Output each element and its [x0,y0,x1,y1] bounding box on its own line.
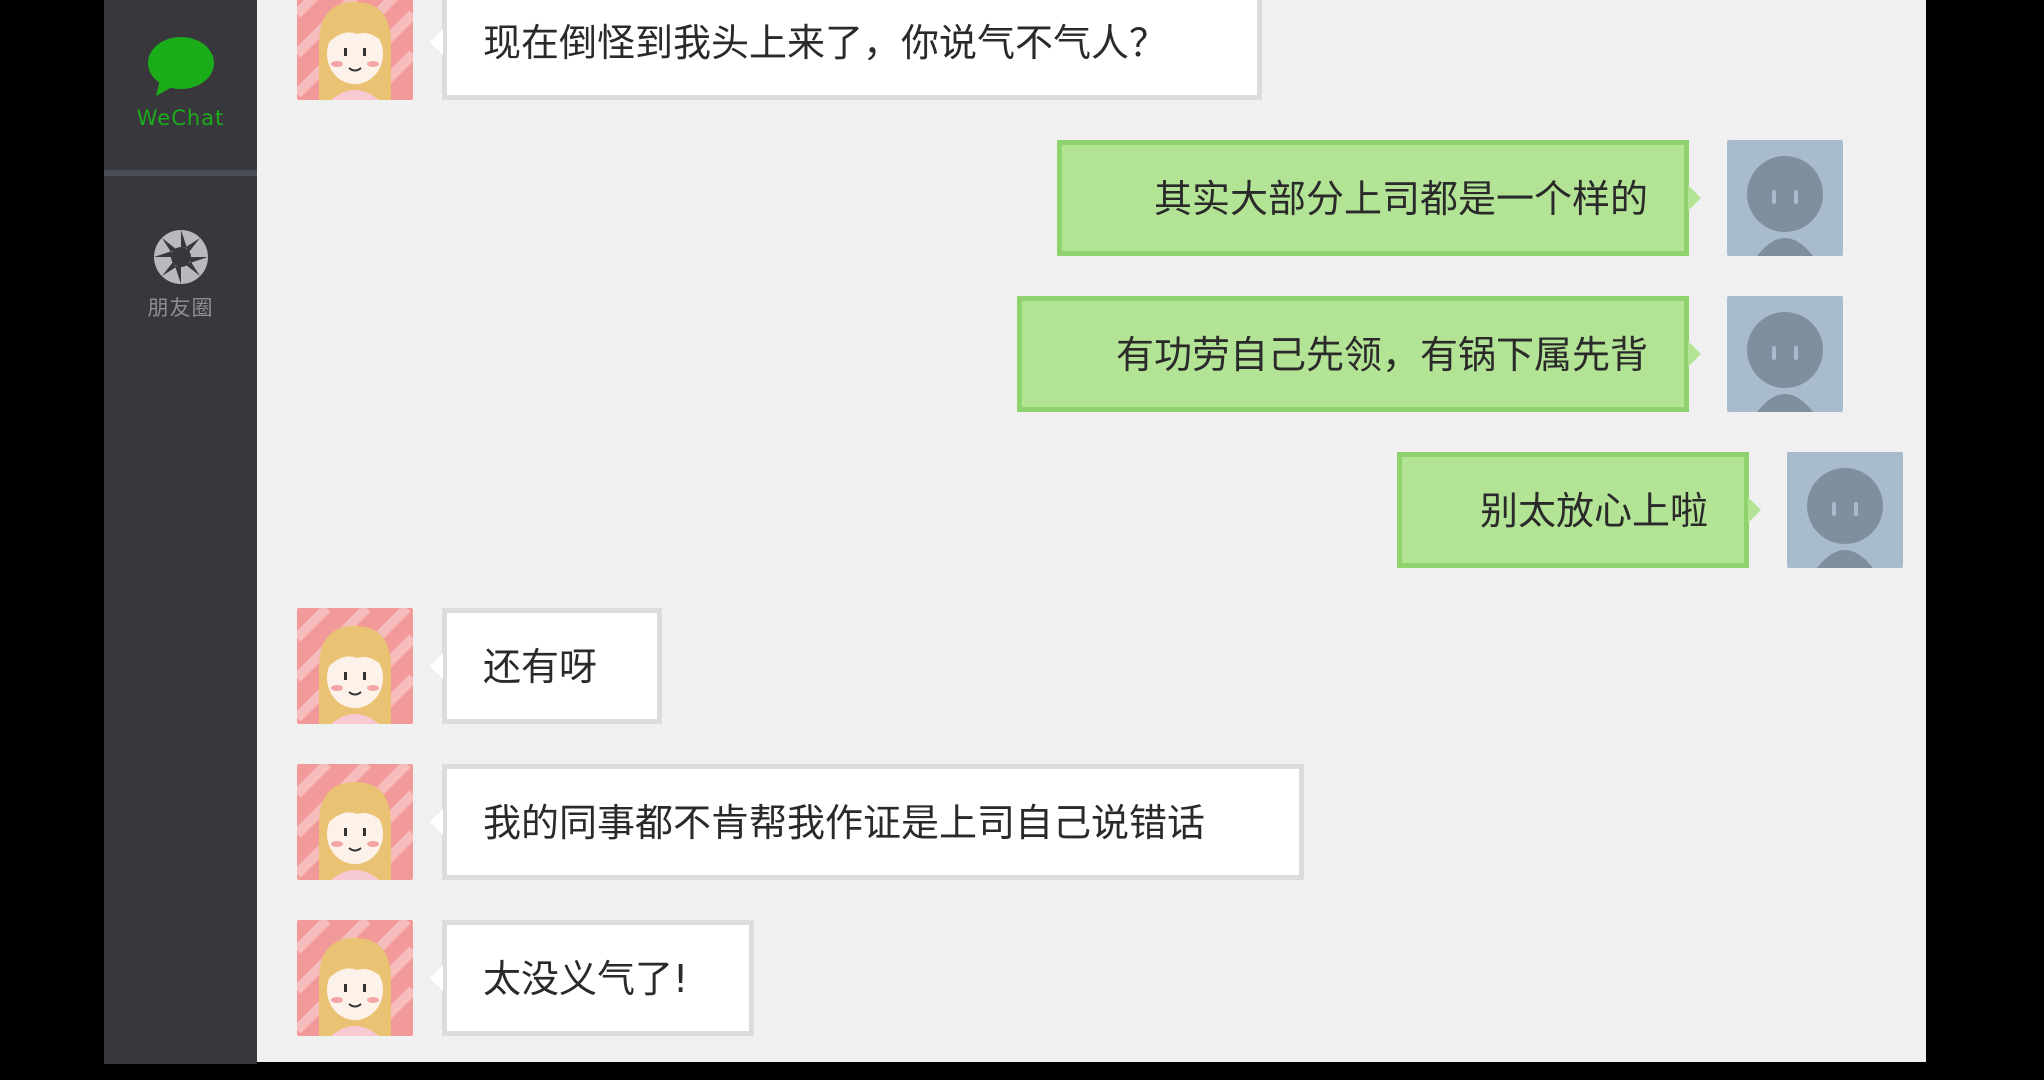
incoming-message-bubble[interactable]: 我的同事都不肯帮我作证是上司自己说错话 [430,764,1304,880]
girl-avatar-icon [297,0,413,100]
message-text: 有功劳自己先领，有锅下属先背 [1115,333,1648,377]
incoming-message-bubble[interactable]: 还有呀 [430,608,662,724]
message-row: 现在倒怪到我头上来了，你说气不气人？ [297,0,1297,100]
message-row: 太没义气了! [297,920,797,1036]
message-row: 别太放心上啦 [1397,452,1903,568]
message-row: 其实大部分上司都是一个样的 [1057,140,1887,256]
message-text: 别太放心上啦 [1479,489,1708,533]
message-text: 现在倒怪到我头上来了，你说气不气人？ [483,21,1168,65]
default-avatar-icon [1787,452,1903,568]
contact-avatar[interactable] [297,608,413,724]
sidebar-item-label: 朋友圈 [147,296,214,320]
self-avatar[interactable] [1727,140,1843,256]
sidebar-item-label: WeChat [136,106,225,130]
sidebar-divider [104,170,257,176]
contact-avatar[interactable] [297,0,413,100]
girl-avatar-icon [297,608,413,724]
message-row: 我的同事都不肯帮我作证是上司自己说错话 [297,764,1337,880]
sidebar: WeChat 朋友圈 [104,0,257,1064]
outgoing-message-bubble[interactable]: 其实大部分上司都是一个样的 [1057,140,1701,256]
chat-bubble-icon [147,37,214,96]
sidebar-item-wechat[interactable]: WeChat [104,36,257,170]
chat-message-list[interactable]: 现在倒怪到我头上来了，你说气不气人？ 其实大部分上司都是一个样的 有功劳自己先领… [257,0,1926,1062]
self-avatar[interactable] [1727,296,1843,412]
incoming-message-bubble[interactable]: 太没义气了! [430,920,754,1036]
message-text: 太没义气了! [483,957,689,1001]
outgoing-message-bubble[interactable]: 有功劳自己先领，有锅下属先背 [1017,296,1701,412]
girl-avatar-icon [297,764,413,880]
incoming-message-bubble[interactable]: 现在倒怪到我头上来了，你说气不气人？ [430,0,1262,100]
sidebar-item-moments[interactable]: 朋友圈 [104,228,257,338]
default-avatar-icon [1727,296,1843,412]
message-text: 还有呀 [483,645,598,689]
message-text: 其实大部分上司都是一个样的 [1153,177,1648,221]
message-row: 有功劳自己先领，有锅下属先背 [1017,296,1887,412]
contact-avatar[interactable] [297,920,413,1036]
girl-avatar-icon [297,920,413,1036]
default-avatar-icon [1727,140,1843,256]
wechat-window: WeChat 朋友圈 现在倒怪到我头上来了，你说气不气人？ 其实大部分上司都是一… [0,0,2044,1080]
outgoing-message-bubble[interactable]: 别太放心上啦 [1397,452,1761,568]
contact-avatar[interactable] [297,764,413,880]
message-row: 还有呀 [297,608,697,724]
moments-shutter-icon [153,230,208,284]
message-text: 我的同事都不肯帮我作证是上司自己说错话 [483,801,1206,845]
self-avatar[interactable] [1787,452,1903,568]
